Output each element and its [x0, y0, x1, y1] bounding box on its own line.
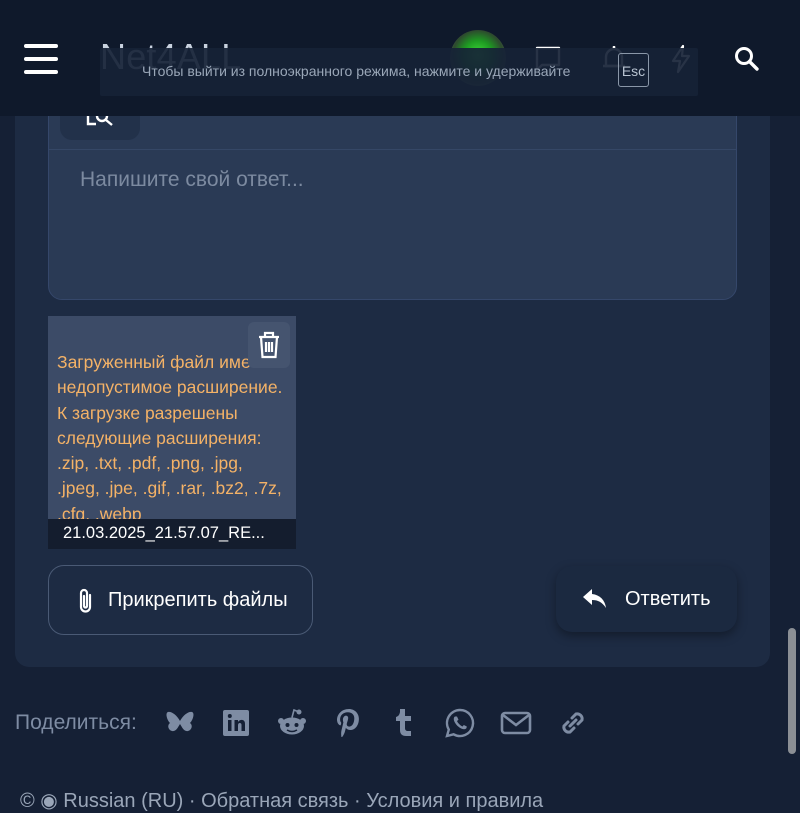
share-label: Поделиться:	[15, 711, 137, 734]
editor-divider	[49, 149, 736, 150]
fullscreen-notice-text: Чтобы выйти из полноэкранного режима, на…	[142, 63, 571, 79]
attachment-card: Загруженный файл имеет недопустимое расш…	[48, 316, 296, 549]
paperclip-icon	[79, 588, 92, 613]
trash-icon	[259, 331, 279, 359]
footer-links[interactable]: © ◉ Russian (RU) · Обратная связь · Усло…	[20, 788, 543, 813]
linkedin-icon[interactable]	[219, 706, 253, 740]
fullscreen-notice-key: Esc	[618, 53, 649, 87]
reddit-icon[interactable]	[275, 706, 309, 740]
pinterest-icon[interactable]	[331, 706, 365, 740]
tumblr-icon[interactable]	[387, 706, 421, 740]
attachment-filename: 21.03.2025_21.57.07_RE...	[63, 524, 265, 542]
link-icon[interactable]	[556, 706, 590, 740]
reply-editor[interactable]	[48, 100, 737, 300]
reply-placeholder[interactable]: Напишите свой ответ...	[80, 168, 304, 192]
email-icon[interactable]	[499, 706, 533, 740]
fullscreen-notice: Чтобы выйти из полноэкранного режима, на…	[100, 48, 698, 96]
bluesky-icon[interactable]	[163, 706, 197, 740]
attach-files-button[interactable]: Прикрепить файлы	[48, 565, 313, 635]
attachment-error: Загруженный файл имеет недопустимое расш…	[57, 352, 283, 524]
delete-attachment-button[interactable]	[248, 322, 290, 368]
attachment-filename-bar: 21.03.2025_21.57.07_RE...	[48, 519, 296, 549]
reply-arrow-icon	[583, 589, 606, 608]
reply-button[interactable]: Ответить	[556, 566, 737, 632]
scrollbar-thumb[interactable]	[788, 628, 796, 754]
attach-files-label: Прикрепить файлы	[108, 589, 288, 611]
reply-label: Ответить	[625, 588, 711, 610]
hamburger-menu-icon[interactable]	[24, 44, 58, 74]
search-icon[interactable]	[732, 44, 762, 74]
whatsapp-icon[interactable]	[443, 706, 477, 740]
